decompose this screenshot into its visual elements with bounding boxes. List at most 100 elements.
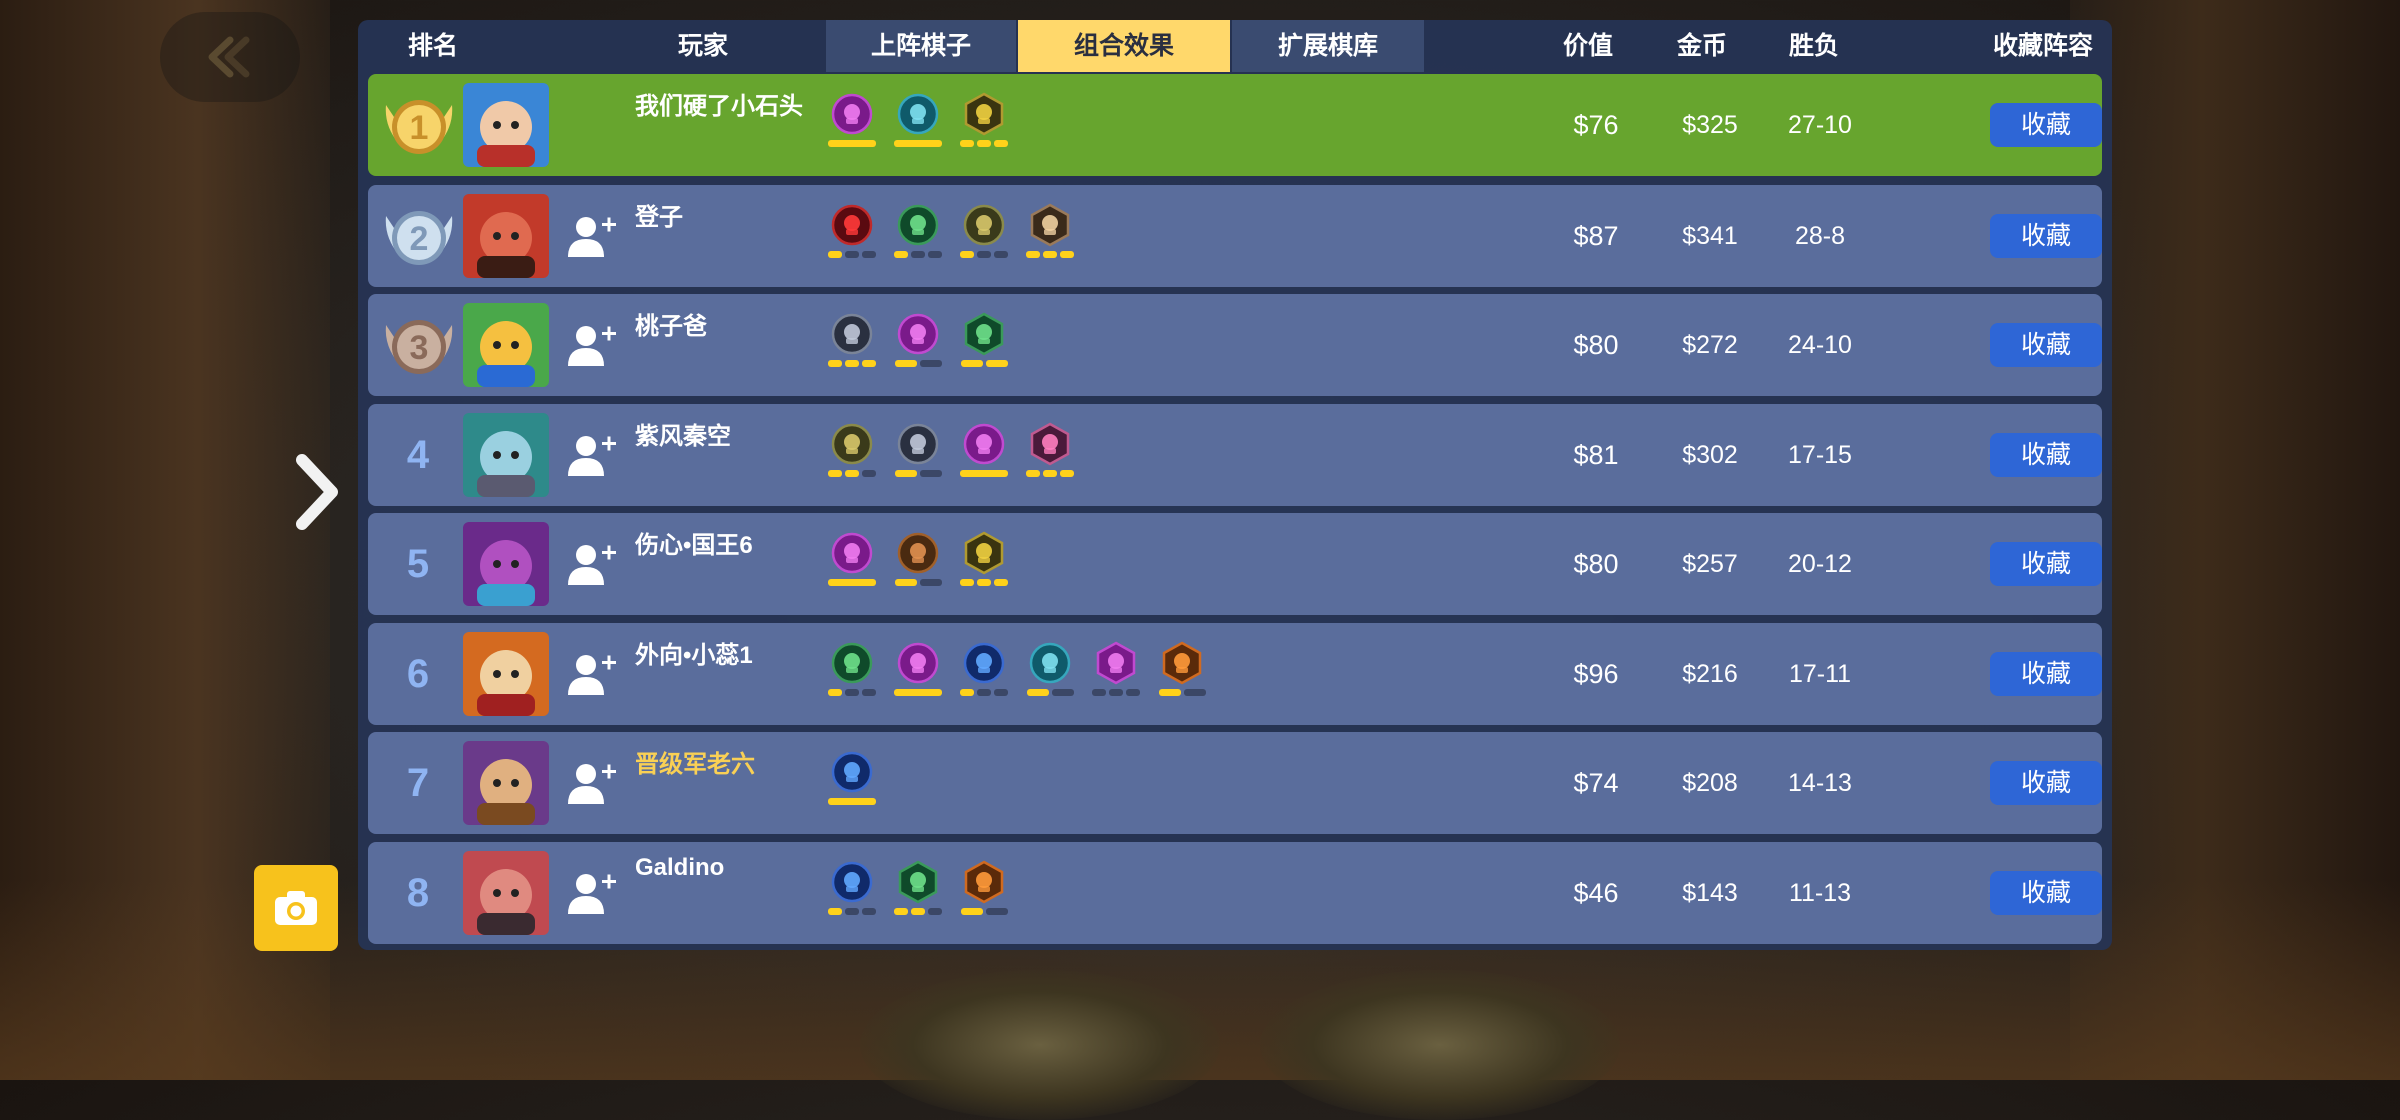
- red-arch-icon: [831, 204, 873, 246]
- synergy-badge[interactable]: [893, 531, 943, 595]
- synergy-level-bar: [845, 908, 859, 915]
- camera-icon: [275, 891, 317, 925]
- synergy-level: [827, 140, 877, 147]
- rank-medal-icon: 1: [385, 100, 453, 154]
- synergy-level-bar: [1183, 689, 1206, 696]
- synergy-badge[interactable]: [1157, 641, 1207, 705]
- synergy-level-bar: [985, 908, 1008, 915]
- synergy-level: [827, 689, 877, 696]
- table-row: 7 晋级军老六 $74 $208 14-13 收藏: [368, 732, 2102, 834]
- favorite-button[interactable]: 收藏: [1990, 323, 2102, 367]
- back-button[interactable]: [160, 12, 300, 102]
- favorite-button[interactable]: 收藏: [1990, 214, 2102, 258]
- tab-lineup[interactable]: 上阵棋子: [826, 20, 1016, 72]
- add-friend-icon[interactable]: [566, 539, 618, 591]
- table-row: 2 登子 $87 $341 28-8 收藏: [368, 185, 2102, 287]
- synergy-badge[interactable]: [1025, 641, 1075, 705]
- synergy-badge[interactable]: [959, 422, 1009, 486]
- purple-skull-icon: [831, 93, 873, 135]
- synergy-level-bar: [1043, 251, 1057, 258]
- table-row: 3 桃子爸 $80 $272 24-10 收藏: [368, 294, 2102, 396]
- player-avatar[interactable]: [463, 851, 549, 935]
- rank-medal-icon: 2: [385, 211, 453, 265]
- rank-number: 4: [406, 433, 430, 477]
- background-pad: [1260, 970, 1620, 1120]
- synergy-badge[interactable]: [1025, 203, 1075, 267]
- player-avatar[interactable]: [463, 632, 549, 716]
- synergy-level: [1025, 470, 1075, 477]
- player-avatar[interactable]: [463, 741, 549, 825]
- player-name: 外向•小蕊1: [635, 642, 753, 669]
- add-friend-icon[interactable]: [566, 320, 618, 372]
- favorite-button[interactable]: 收藏: [1990, 652, 2102, 696]
- synergy-level-bar: [828, 140, 876, 147]
- favorite-button[interactable]: 收藏: [1990, 761, 2102, 805]
- leaderboard-panel: 排名 玩家 上阵棋子 组合效果 扩展棋库 价值 金币 胜负 收藏阵容 1 我们硬了…: [358, 20, 2112, 950]
- synergy-badge[interactable]: [827, 422, 877, 486]
- synergy-badge[interactable]: [827, 641, 877, 705]
- synergy-level-bar: [862, 908, 876, 915]
- add-friend-icon[interactable]: [566, 758, 618, 810]
- player-avatar[interactable]: [463, 194, 549, 278]
- synergy-badge[interactable]: [893, 203, 943, 267]
- synergy-level-bar: [894, 360, 917, 367]
- player-avatar[interactable]: [463, 83, 549, 167]
- screenshot-button[interactable]: [254, 865, 338, 951]
- synergy-badge[interactable]: [959, 203, 1009, 267]
- synergy-badge[interactable]: [959, 860, 1009, 924]
- synergy-badge[interactable]: [1091, 641, 1141, 705]
- tab-bench[interactable]: 扩展棋库: [1232, 20, 1424, 72]
- add-friend-icon[interactable]: [566, 649, 618, 701]
- synergy-badge[interactable]: [893, 92, 943, 156]
- synergy-badge[interactable]: [959, 92, 1009, 156]
- win-loss: 27-10: [1788, 111, 1852, 139]
- synergy-badge[interactable]: [959, 641, 1009, 705]
- win-loss: 17-15: [1788, 441, 1852, 469]
- tab-synergies[interactable]: 组合效果: [1018, 20, 1230, 72]
- player-avatar[interactable]: [463, 303, 549, 387]
- synergy-badge[interactable]: [959, 312, 1009, 376]
- table-header: 排名 玩家 上阵棋子 组合效果 扩展棋库 价值 金币 胜负 收藏阵容: [358, 20, 2112, 72]
- synergy-badge[interactable]: [827, 531, 877, 595]
- synergy-badge[interactable]: [1025, 422, 1075, 486]
- synergy-badge[interactable]: [893, 860, 943, 924]
- gold-amount: $143: [1682, 879, 1738, 907]
- synergy-badge[interactable]: [827, 92, 877, 156]
- purple-fish-icon: [897, 313, 939, 355]
- add-friend-icon[interactable]: [566, 430, 618, 482]
- add-friend-icon[interactable]: [566, 211, 618, 263]
- favorite-button[interactable]: 收藏: [1990, 542, 2102, 586]
- synergy-badge[interactable]: [827, 203, 877, 267]
- synergy-badge[interactable]: [893, 312, 943, 376]
- add-friend-icon[interactable]: [566, 868, 618, 920]
- blue-feather-icon: [963, 642, 1005, 684]
- grey-helmet-icon: [897, 423, 939, 465]
- rank-number: 2: [410, 220, 429, 258]
- synergy-badge[interactable]: [893, 641, 943, 705]
- lineup-value: $96: [1573, 659, 1619, 689]
- synergy-badge[interactable]: [893, 422, 943, 486]
- synergy-badge[interactable]: [827, 312, 877, 376]
- player-avatar[interactable]: [463, 413, 549, 497]
- player-name: 晋级军老六: [635, 751, 755, 778]
- synergy-badge[interactable]: [959, 531, 1009, 595]
- expand-arrow-icon[interactable]: [292, 452, 342, 532]
- player-avatar[interactable]: [463, 522, 549, 606]
- synergy-badge[interactable]: [827, 750, 877, 814]
- synergy-badge[interactable]: [827, 860, 877, 924]
- favorite-button[interactable]: 收藏: [1990, 433, 2102, 477]
- synergy-level: [893, 908, 943, 915]
- axe-hexagon-icon: [1030, 203, 1070, 247]
- favorite-button[interactable]: 收藏: [1990, 871, 2102, 915]
- synergy-level-bar: [845, 251, 859, 258]
- synergy-level: [959, 579, 1009, 586]
- rank-number: 5: [406, 542, 430, 586]
- lineup-value: $80: [1573, 549, 1619, 579]
- table-row: 5 伤心•国王6 $80 $257 20-12 收藏: [368, 513, 2102, 615]
- gold-amount: $216: [1682, 660, 1738, 688]
- synergy-level-bar: [960, 251, 974, 258]
- synergy-level-bar: [960, 470, 1008, 477]
- favorite-button[interactable]: 收藏: [1990, 103, 2102, 147]
- olive-beast-icon: [963, 204, 1005, 246]
- synergy-level-bar: [960, 579, 974, 586]
